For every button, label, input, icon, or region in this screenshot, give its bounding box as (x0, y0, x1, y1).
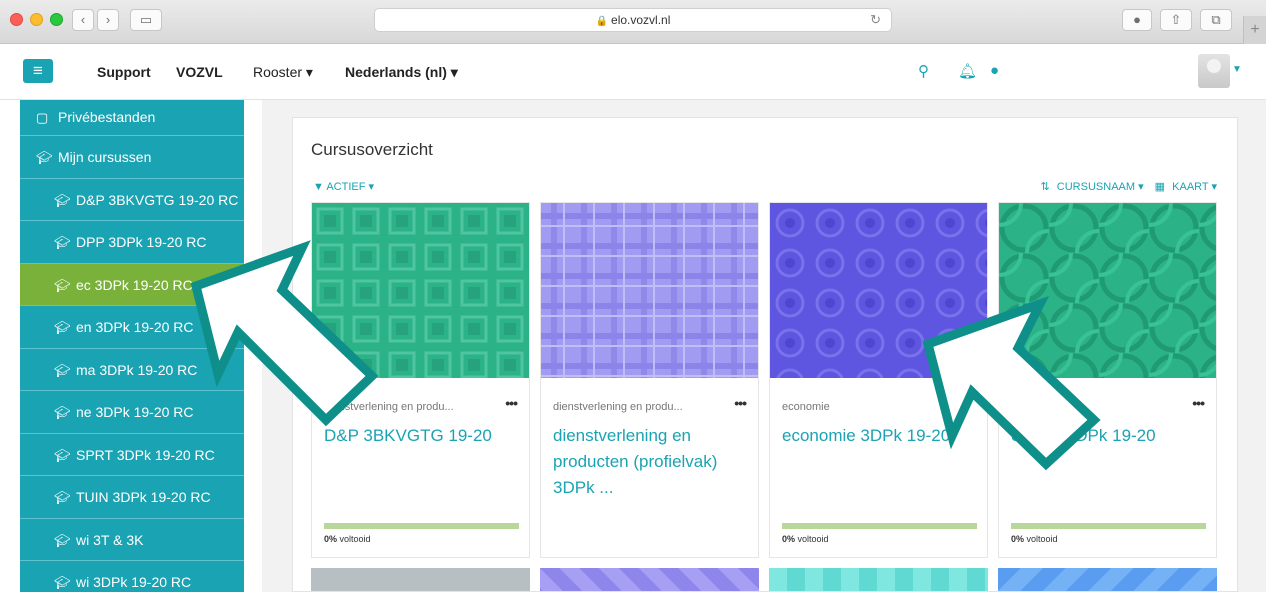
graduation-cap-icon: 🎓︎ (36, 150, 53, 165)
site-navbar: ≡ Support VOZVL Rooster ▾ Nederlands (nl… (0, 44, 1266, 100)
progress-bar (1011, 523, 1206, 529)
sidebar-item-course[interactable]: 🎓︎ en 3DPk 19-20 RC (20, 306, 244, 349)
search-icon[interactable]: ⚲ (918, 62, 929, 80)
course-image (998, 568, 1217, 591)
grid-icon: ▦ (1154, 181, 1166, 193)
filter-icon: ▼ (313, 181, 324, 193)
close-window-button[interactable] (10, 13, 23, 26)
messages-icon[interactable]: ● (990, 62, 999, 79)
course-category: economie (782, 401, 830, 413)
course-image (999, 203, 1216, 378)
nav-link-support[interactable]: Support (97, 64, 151, 80)
course-title-link[interactable]: economie 3DPk 19-20 (782, 423, 977, 449)
block-title: Cursusoverzicht (311, 140, 433, 159)
sidebar-item-course[interactable]: 🎓︎ ma 3DPk 19-20 RC (20, 349, 244, 391)
graduation-cap-icon: 🎓︎ (54, 532, 71, 548)
more-actions-icon[interactable]: ••• (1192, 395, 1205, 411)
chevron-down-icon: ▾ (368, 181, 375, 193)
nav-dropdown-rooster[interactable]: Rooster ▾ (253, 64, 313, 81)
file-icon: ▢ (36, 110, 49, 125)
downloads-icon[interactable]: ● (1122, 9, 1152, 31)
progress-bar (782, 523, 977, 529)
progress-text: 0% voltooid (324, 534, 371, 544)
sidebar-item-private-files[interactable]: ▢ Privébestanden (20, 100, 244, 136)
graduation-cap-icon: 🎓︎ (54, 277, 71, 293)
sidebar-item-course[interactable]: 🎓︎ wi 3T & 3K (20, 519, 244, 561)
reload-icon[interactable]: ↻ (870, 9, 881, 31)
course-title-link[interactable]: D&P 3BKVGTG 19-20 (324, 423, 519, 449)
sidebar-item-course[interactable]: 🎓︎ D&P 3BKVGTG 19-20 RC (20, 179, 244, 221)
sidebar-item-course[interactable]: 🎓︎ wi 3DPk 19-20 RC (20, 561, 244, 592)
course-title-link[interactable]: engels 3DPk 19-20 (1011, 423, 1206, 449)
minimize-window-button[interactable] (30, 13, 43, 26)
sidebar-item-course[interactable]: 🎓︎ ne 3DPk 19-20 RC (20, 391, 244, 434)
graduation-cap-icon: 🎓︎ (54, 192, 71, 208)
menu-toggle-button[interactable]: ≡ (23, 59, 53, 83)
forward-icon[interactable]: › (97, 9, 119, 31)
sidebar-item-course[interactable]: 🎓︎ SPRT 3DPk 19-20 RC (20, 434, 244, 476)
address-bar[interactable]: 🔒 elo.vozvl.nl ↻ (374, 8, 892, 32)
progress-text: 0% voltooid (782, 534, 829, 544)
graduation-cap-icon: 🎓︎ (54, 320, 71, 335)
progress-text: 0% voltooid (1011, 534, 1058, 544)
sidebar-item-course-active[interactable]: 🎓︎ ec 3DPk 19-20 RC (20, 263, 244, 306)
more-actions-icon[interactable]: ••• (734, 395, 747, 411)
course-title-link[interactable]: dienstverlening en producten (profielvak… (553, 423, 748, 501)
sort-view-controls: ⇅ CURSUSNAAM ▾ ▦ KAART ▾ (1033, 180, 1217, 193)
view-dropdown[interactable]: ▦ KAART ▾ (1151, 181, 1217, 193)
course-card[interactable]: ••• engels 3DPk 19-20 0% voltooid (998, 202, 1217, 558)
lock-icon: 🔒 (595, 16, 609, 27)
new-tab-button[interactable]: + (1243, 16, 1266, 44)
grouping-filter-dropdown[interactable]: ▼ ACTIEF ▾ (313, 180, 374, 193)
course-overview-block: Cursusoverzicht ▼ ACTIEF ▾ ⇅ CURSUSNAAM … (292, 117, 1238, 592)
graduation-cap-icon: 🎓︎ (54, 490, 71, 505)
course-image (311, 568, 530, 591)
progress-bar (324, 523, 519, 529)
user-menu-caret-icon[interactable]: ▼ (1232, 64, 1242, 75)
tabs-overview-icon[interactable]: ⧉ (1200, 9, 1232, 31)
nav-dropdown-language[interactable]: Nederlands (nl) ▾ (345, 64, 458, 81)
course-image (769, 568, 988, 591)
graduation-cap-icon: 🎓︎ (54, 575, 71, 590)
course-card[interactable]: economie economie 3DPk 19-20 0% voltooid (769, 202, 988, 558)
zoom-window-button[interactable] (50, 13, 63, 26)
graduation-cap-icon: 🎓︎ (54, 405, 71, 420)
sort-icon: ⇅ (1040, 181, 1050, 193)
course-card[interactable]: dienstverlening en produ... ••• dienstve… (540, 202, 759, 558)
back-icon[interactable]: ‹ (72, 9, 94, 31)
url-text: elo.vozvl.nl (611, 13, 671, 27)
course-image (541, 203, 758, 378)
course-image (312, 203, 529, 378)
course-image (540, 568, 759, 591)
graduation-cap-icon: 🎓︎ (54, 447, 71, 463)
user-avatar[interactable] (1198, 54, 1230, 88)
graduation-cap-icon: 🎓︎ (54, 362, 71, 378)
sidebar-toggle-icon[interactable]: ▭ (130, 9, 162, 31)
more-actions-icon[interactable]: ••• (505, 395, 518, 411)
browser-toolbar: ‹ › ▭ 🔒 elo.vozvl.nl ↻ ● ⇧ ⧉ + (0, 0, 1266, 44)
nav-drawer: ▢ Privébestanden 🎓︎ Mijn cursussen 🎓︎ D&P 3… (20, 100, 244, 592)
sidebar-item-course[interactable]: 🎓︎ DPP 3DPk 19-20 RC (20, 221, 244, 264)
course-card[interactable]: dienstverlening en produ... ••• D&P 3BKV… (311, 202, 530, 558)
share-icon[interactable]: ⇧ (1160, 9, 1192, 31)
graduation-cap-icon: 🎓︎ (54, 235, 71, 250)
sidebar-item-my-courses[interactable]: 🎓︎ Mijn cursussen (20, 136, 244, 179)
sort-dropdown[interactable]: ⇅ CURSUSNAAM ▾ (1037, 181, 1144, 193)
nav-link-vozvl[interactable]: VOZVL (176, 64, 223, 80)
notifications-bell-icon[interactable]: 🔔︎ (958, 62, 977, 80)
course-category: dienstverlening en produ... (553, 401, 683, 413)
course-image (770, 203, 987, 378)
sidebar-item-course[interactable]: 🎓︎ TUIN 3DPk 19-20 RC (20, 476, 244, 519)
course-category: dienstverlening en produ... (324, 401, 454, 413)
